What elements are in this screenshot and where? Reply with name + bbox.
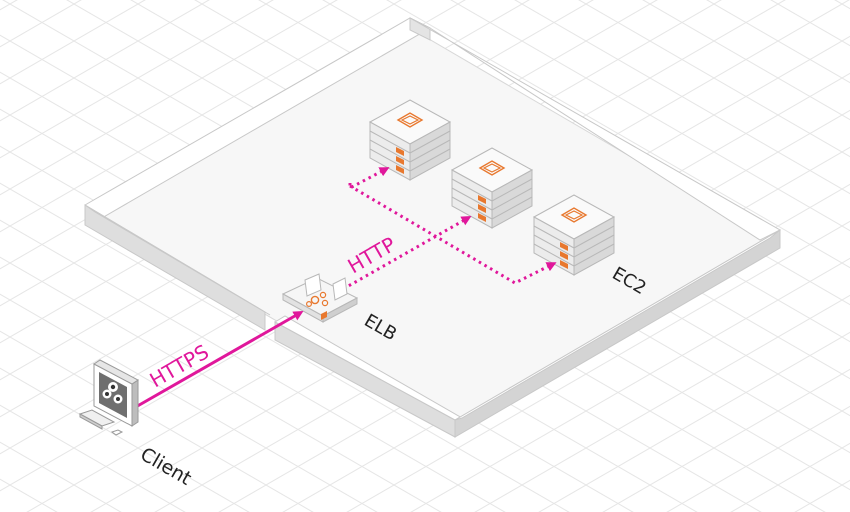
architecture-diagram: Client ELB EC2 HTTPS HTTP: [0, 0, 850, 512]
